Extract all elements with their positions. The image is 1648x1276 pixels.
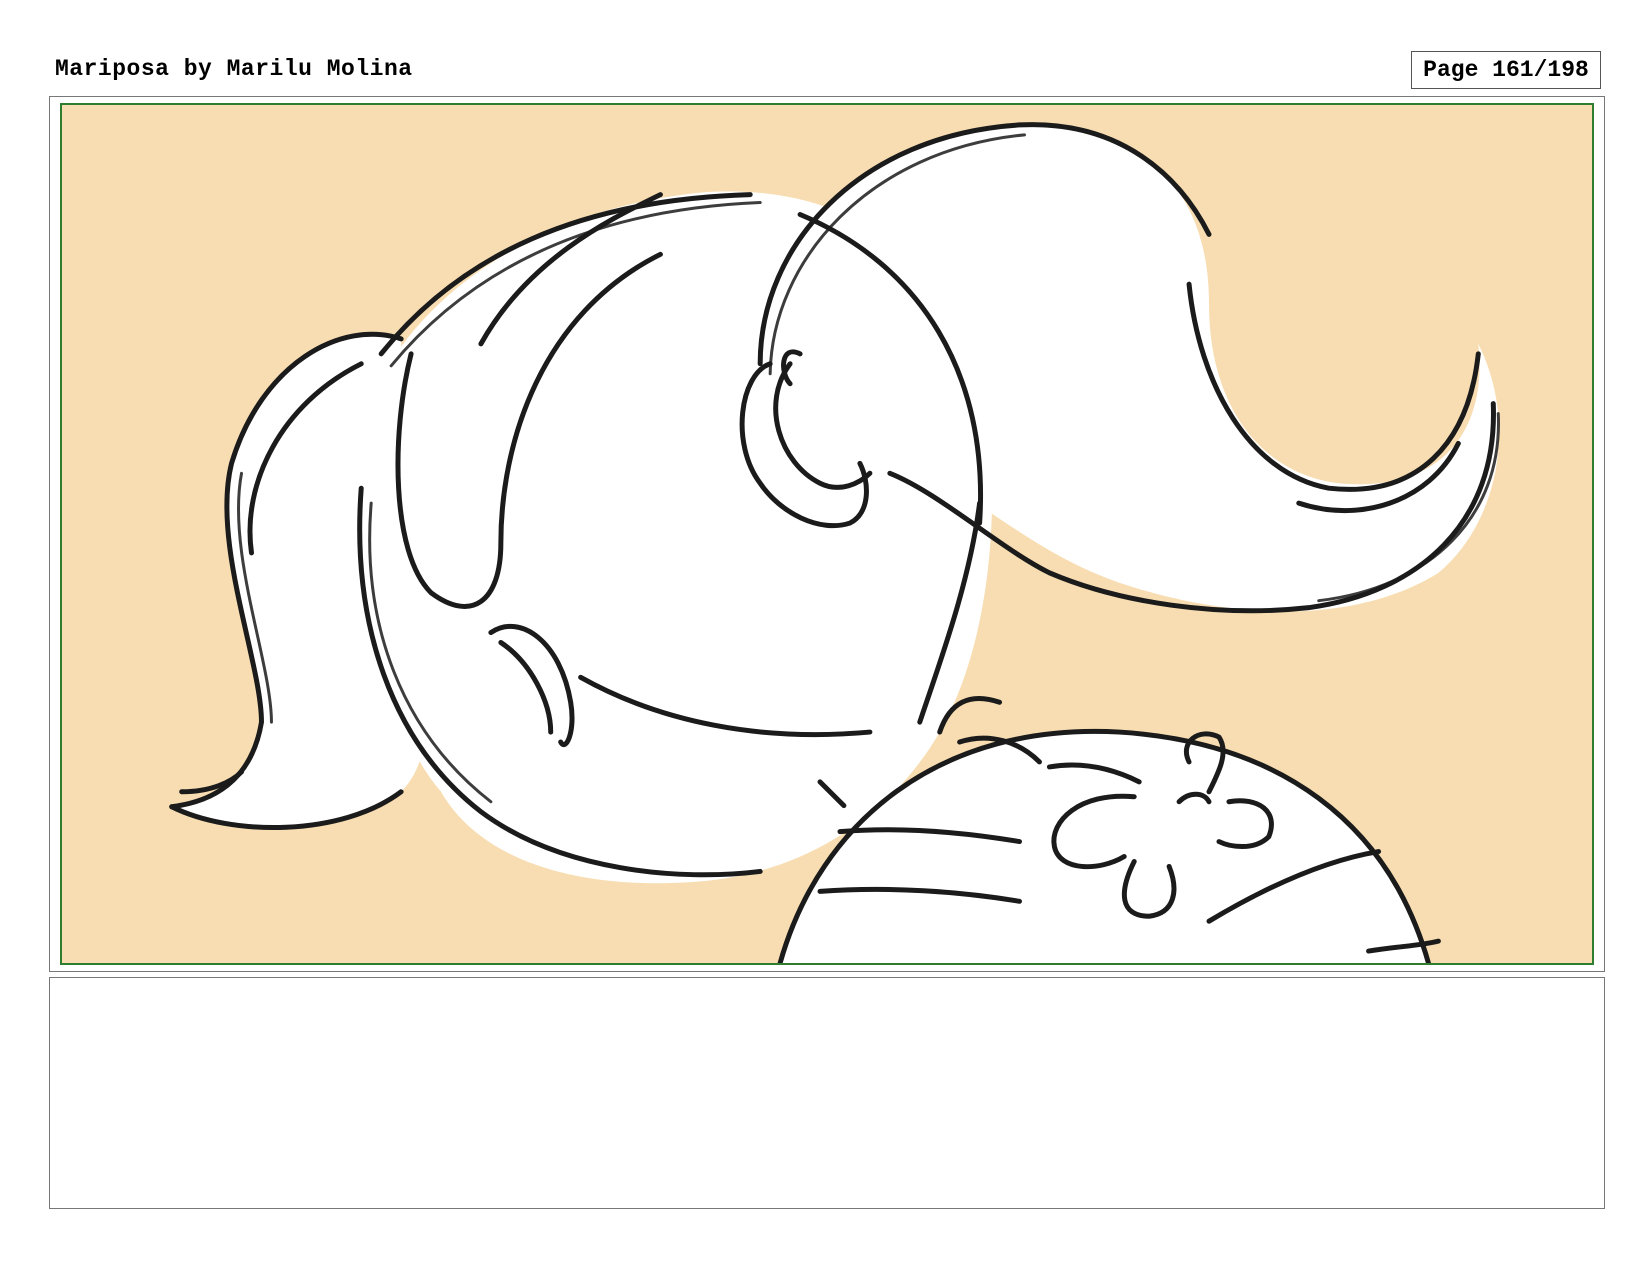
storyboard-sketch-image: [169, 122, 1500, 963]
page-counter: Page 161/198: [1411, 51, 1601, 89]
page-counter-label: Page 161/198: [1423, 57, 1589, 83]
panel-notes-box: [49, 977, 1605, 1209]
storyboard-panel: [60, 103, 1594, 965]
document-title: Mariposa by Marilu Molina: [55, 56, 413, 82]
